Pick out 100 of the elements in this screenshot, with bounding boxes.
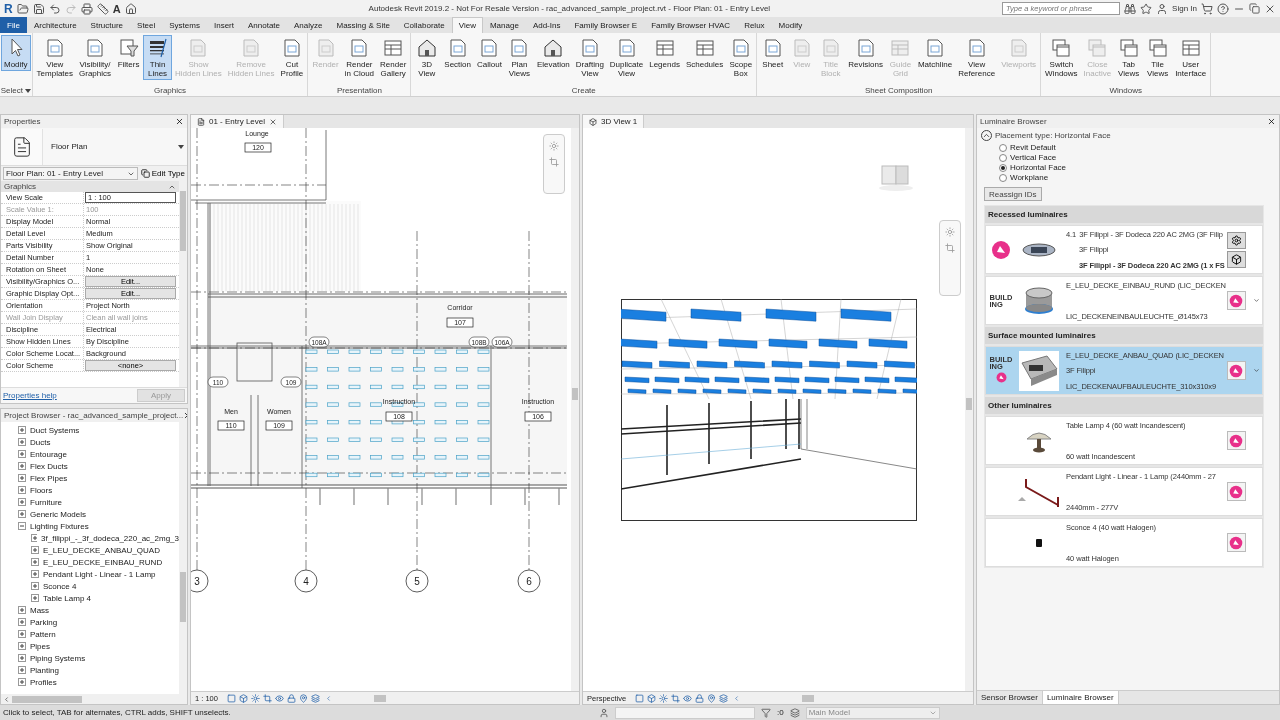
close-button[interactable] xyxy=(175,117,184,126)
ribbon-tab[interactable]: Relux xyxy=(737,17,772,33)
ribbon-tab[interactable]: Architecture xyxy=(26,17,84,33)
expand-toggle[interactable] xyxy=(31,570,39,578)
sun-icon[interactable] xyxy=(250,693,260,703)
close-icon[interactable] xyxy=(269,117,278,126)
ribbon-tab[interactable]: Family Browser HVAC xyxy=(644,17,738,33)
expand-toggle[interactable] xyxy=(31,582,39,590)
ribbon-button[interactable]: Cut Profile xyxy=(277,35,307,80)
expand-toggle[interactable] xyxy=(18,630,26,638)
ribbon-button[interactable]: Filters xyxy=(114,35,144,71)
expand-toggle[interactable] xyxy=(18,678,26,686)
expand-toggle[interactable] xyxy=(18,462,26,470)
ribbon-tab[interactable]: View xyxy=(451,17,483,33)
ribbon-button[interactable]: Visibility/ Graphics xyxy=(76,35,115,80)
layers-icon[interactable] xyxy=(310,693,320,703)
scrollbar-thumb[interactable] xyxy=(802,694,815,702)
expand-toggle[interactable] xyxy=(18,606,26,614)
ribbon-button[interactable]: Revisions xyxy=(845,35,886,71)
undo-icon[interactable] xyxy=(48,2,61,15)
tree-item[interactable]: Ducts xyxy=(30,437,51,447)
save-icon[interactable] xyxy=(32,2,45,15)
tree-item[interactable]: Planting xyxy=(30,665,59,675)
radio-button[interactable] xyxy=(999,143,1007,152)
ribbon-tab[interactable]: Structure xyxy=(83,17,131,33)
radio-button[interactable] xyxy=(999,173,1007,182)
view-tab[interactable]: 3D View 1 xyxy=(583,115,645,128)
ribbon-tab[interactable]: Collaborate xyxy=(396,17,452,33)
ribbon-button[interactable]: Switch Windows xyxy=(1042,35,1081,80)
ribbon-button[interactable]: Schedules xyxy=(682,35,727,71)
layers-icon[interactable] xyxy=(719,693,729,703)
ribbon-button[interactable]: 3D View xyxy=(412,35,442,80)
place-button[interactable] xyxy=(1226,482,1246,501)
ribbon-tab[interactable]: Massing & Site xyxy=(329,17,397,33)
scrollbar[interactable] xyxy=(179,181,187,387)
place-button[interactable] xyxy=(1226,431,1246,450)
ribbon-tab[interactable]: Add-Ins xyxy=(525,17,568,33)
tree-item[interactable]: Generic Models xyxy=(30,509,87,519)
scrollbar-thumb[interactable] xyxy=(373,694,386,702)
ribbon-button[interactable]: Tile Views xyxy=(1143,35,1173,80)
ribbon-tab[interactable]: Insert xyxy=(206,17,241,33)
user-icon[interactable] xyxy=(1156,2,1169,15)
tree-item[interactable]: Sconce 4 xyxy=(43,581,77,591)
ribbon-button[interactable]: Callout xyxy=(474,35,505,71)
text-tool-button[interactable]: A xyxy=(112,2,121,15)
expand-toggle[interactable] xyxy=(18,666,26,674)
tree-item[interactable]: Table Lamp 4 xyxy=(43,593,92,603)
panel-tab[interactable]: Luminaire Browser xyxy=(1042,691,1119,704)
expand-toggle[interactable] xyxy=(18,642,26,650)
expand-toggle[interactable] xyxy=(31,594,39,602)
ribbon-button[interactable]: Legends xyxy=(646,35,683,71)
lock-icon[interactable] xyxy=(286,693,296,703)
expand-icon[interactable] xyxy=(1252,367,1260,374)
view-tab[interactable]: 01 - Entry Level xyxy=(191,115,285,128)
tree-item[interactable]: Lighting Fixtures xyxy=(30,521,89,531)
cart-icon[interactable] xyxy=(1201,2,1213,15)
chevron-left-icon[interactable] xyxy=(3,695,10,703)
ribbon-tab[interactable]: Family Browser E xyxy=(567,17,645,33)
expand-toggle[interactable] xyxy=(31,558,39,566)
pin-icon[interactable] xyxy=(298,693,308,703)
expand-toggle[interactable] xyxy=(18,510,26,518)
ribbon-tab[interactable]: Modify xyxy=(771,17,810,33)
star-icon[interactable] xyxy=(1140,2,1153,15)
frame-icon[interactable] xyxy=(226,693,236,703)
close-button[interactable] xyxy=(1267,117,1276,126)
ribbon-button[interactable]: Plan Views xyxy=(504,35,534,80)
edit-type-button[interactable]: Edit Type xyxy=(140,169,185,178)
reassign-ids-button[interactable]: Reassign IDs xyxy=(984,187,1042,201)
ribbon-tab[interactable]: Analyze xyxy=(287,17,330,33)
tree-item[interactable]: Flex Pipes xyxy=(30,473,68,483)
ribbon-button[interactable]: Elevation xyxy=(533,35,573,71)
expand-toggle[interactable] xyxy=(31,534,38,542)
ribbon-tab[interactable]: Systems xyxy=(162,17,207,33)
tree-item[interactable]: Floors xyxy=(30,485,53,495)
ribbon-button[interactable]: Matchline xyxy=(914,35,956,71)
ribbon-button[interactable]: Modify xyxy=(1,35,31,71)
ribbon-button[interactable]: Section xyxy=(441,35,474,71)
crop-icon[interactable] xyxy=(262,693,272,703)
radio-button[interactable] xyxy=(999,163,1007,172)
tree-item[interactable]: Parking xyxy=(30,617,58,627)
binoculars-icon[interactable] xyxy=(1124,2,1137,15)
ribbon-button[interactable]: User Interface xyxy=(1172,35,1210,80)
expand-toggle[interactable] xyxy=(18,618,26,626)
pin-icon[interactable] xyxy=(707,693,717,703)
ruler-icon[interactable] xyxy=(96,2,109,15)
user-icon[interactable] xyxy=(599,707,609,718)
place-button[interactable] xyxy=(1226,533,1246,552)
folder-icon[interactable] xyxy=(16,2,29,15)
filter-icon[interactable] xyxy=(761,707,771,718)
expand-toggle[interactable] xyxy=(18,474,26,482)
expand-toggle[interactable] xyxy=(31,546,39,554)
ribbon-button[interactable]: Duplicate View xyxy=(606,35,647,80)
tree-item[interactable]: Entourage xyxy=(30,449,67,459)
ribbon-tab[interactable]: Annotate xyxy=(240,17,287,33)
scrollbar[interactable] xyxy=(965,128,973,691)
place-button[interactable] xyxy=(1226,361,1246,380)
navigation-bar[interactable] xyxy=(543,134,565,194)
lock-icon[interactable] xyxy=(695,693,705,703)
place-button[interactable] xyxy=(1226,291,1246,310)
chevron-left-icon[interactable] xyxy=(733,694,741,702)
